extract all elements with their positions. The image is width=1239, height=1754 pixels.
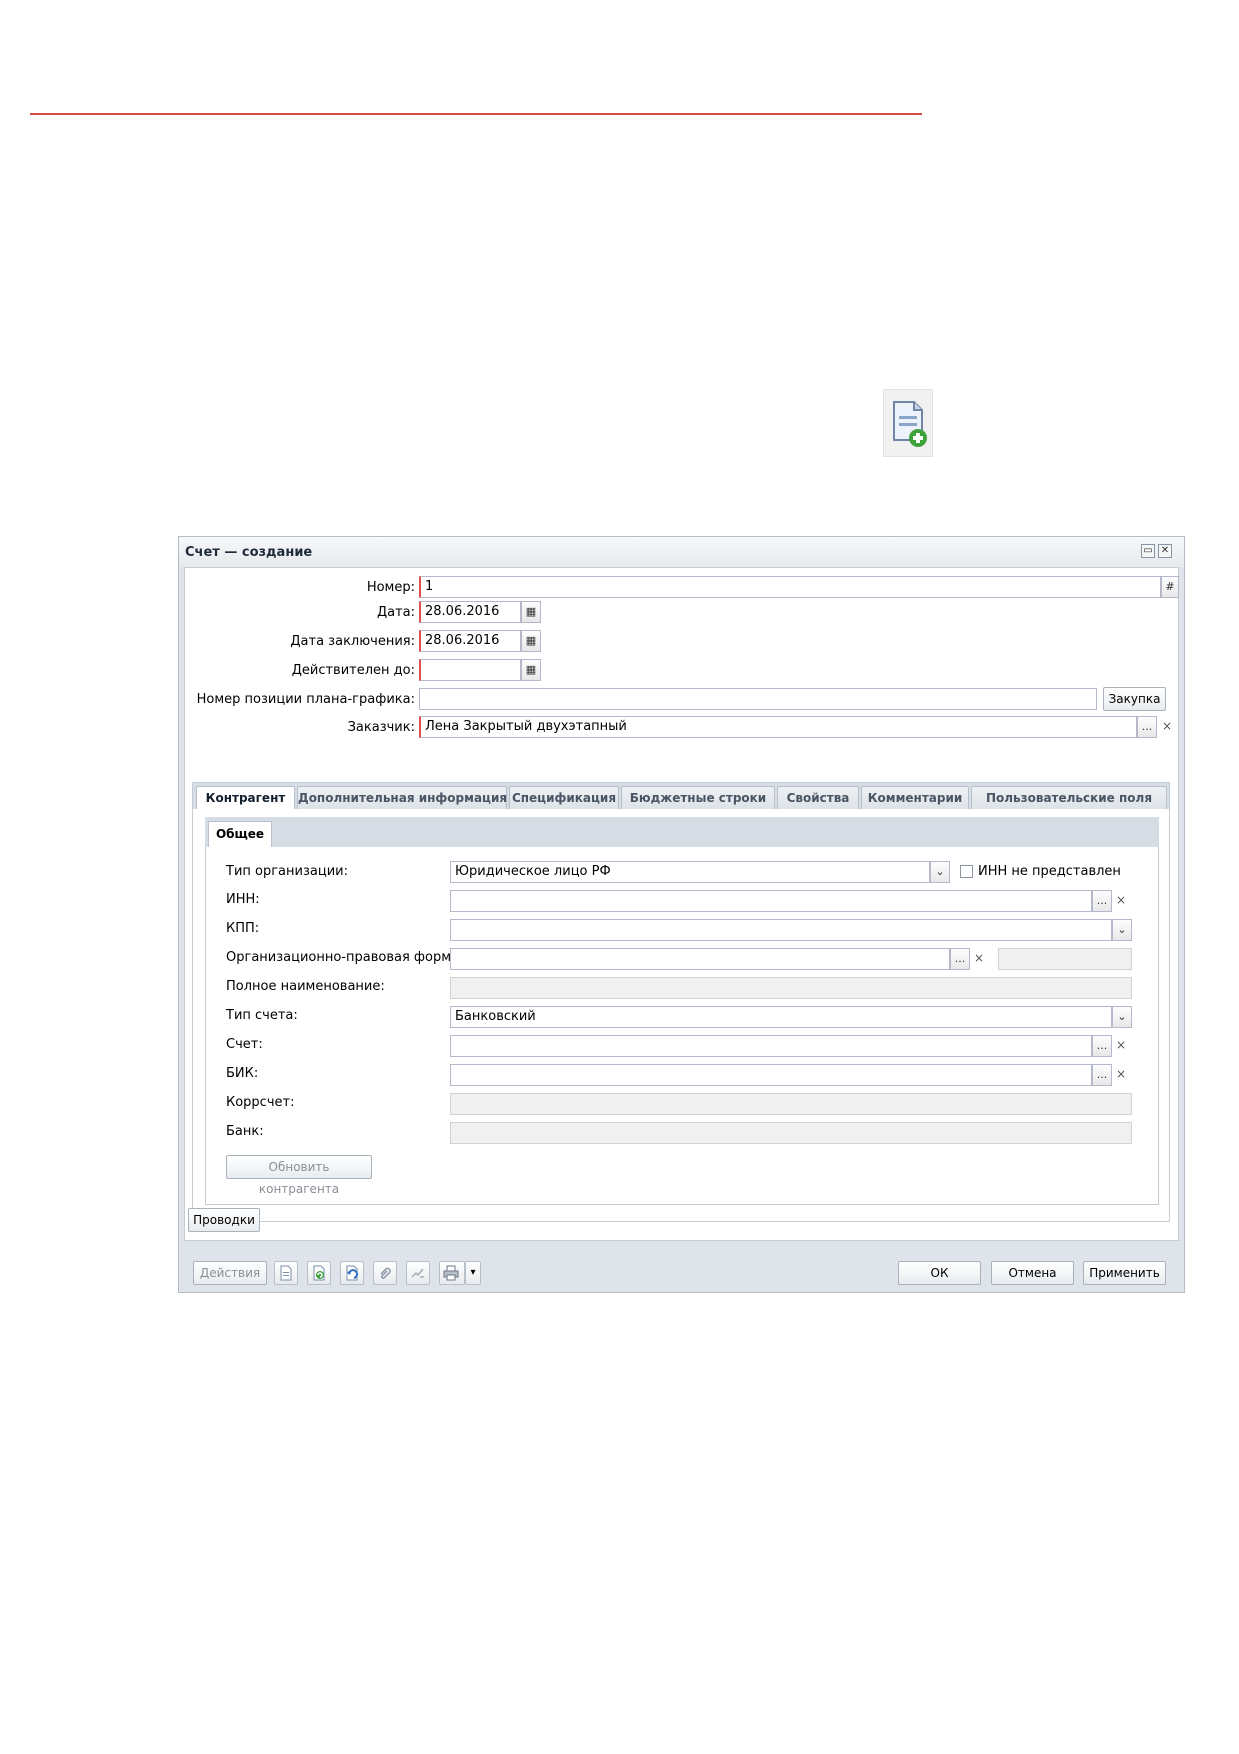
cancel-button[interactable]: Отмена bbox=[991, 1261, 1074, 1285]
inn-select-button[interactable]: ... bbox=[1092, 890, 1112, 912]
bik-input[interactable] bbox=[450, 1064, 1092, 1086]
invoice-create-window: Счет — создание ▭ ✕ Номер: 1 # Дата: 28.… bbox=[178, 536, 1185, 1293]
legal-form-label: Организационно-правовая форма: bbox=[226, 950, 464, 965]
signature-icon[interactable] bbox=[406, 1261, 430, 1285]
legal-form-clear-icon[interactable]: × bbox=[970, 948, 988, 970]
valid-until-label: Действителен до: bbox=[291, 663, 415, 678]
legal-form-select-button[interactable]: ... bbox=[950, 948, 970, 970]
bik-select-button[interactable]: ... bbox=[1092, 1064, 1112, 1086]
kpp-label: КПП: bbox=[226, 921, 260, 936]
account-type-select[interactable]: Банковский bbox=[450, 1006, 1112, 1028]
window-title: Счет — создание bbox=[185, 545, 313, 560]
account-label: Счет: bbox=[226, 1037, 263, 1052]
undo-icon[interactable] bbox=[340, 1261, 364, 1285]
org-type-label: Тип организации: bbox=[226, 864, 348, 879]
plan-position-label: Номер позиции плана-графика: bbox=[196, 692, 415, 707]
actions-button[interactable]: Действия bbox=[193, 1261, 267, 1285]
legal-form-input[interactable] bbox=[450, 948, 950, 970]
tab-specification[interactable]: Спецификация bbox=[509, 786, 619, 810]
customer-clear-icon[interactable]: × bbox=[1158, 716, 1176, 738]
document-icon[interactable] bbox=[274, 1261, 298, 1285]
procurement-button[interactable]: Закупка bbox=[1103, 687, 1166, 711]
tab-additional-info[interactable]: Дополнительная информация bbox=[297, 786, 507, 810]
tab-contractor[interactable]: Контрагент bbox=[196, 786, 295, 811]
kpp-select[interactable] bbox=[450, 919, 1112, 941]
plan-position-input[interactable] bbox=[419, 688, 1097, 710]
form-panel: Номер: 1 # Дата: 28.06.2016 ▦ Дата заклю… bbox=[184, 567, 1179, 1241]
inn-missing-checkbox[interactable] bbox=[960, 865, 973, 878]
org-type-chevron-icon[interactable]: ⌄ bbox=[930, 861, 950, 883]
corr-account-field bbox=[450, 1093, 1132, 1115]
inn-clear-icon[interactable]: × bbox=[1112, 890, 1130, 912]
window-toolbar: Действия ▾ ОК Отмена Применить bbox=[179, 1241, 1184, 1293]
customer-label: Заказчик: bbox=[347, 720, 415, 735]
date-input[interactable]: 28.06.2016 bbox=[419, 601, 521, 623]
date-label: Дата: bbox=[376, 605, 415, 620]
number-label: Номер: bbox=[366, 580, 415, 595]
account-type-label: Тип счета: bbox=[226, 1008, 298, 1023]
print-dropdown-icon[interactable]: ▾ bbox=[465, 1261, 481, 1285]
account-select-button[interactable]: ... bbox=[1092, 1035, 1112, 1057]
kpp-chevron-icon[interactable]: ⌄ bbox=[1112, 919, 1132, 941]
org-type-select[interactable]: Юридическое лицо РФ bbox=[450, 861, 930, 883]
maximize-icon[interactable]: ▭ bbox=[1141, 544, 1155, 558]
postings-button[interactable]: Проводки bbox=[188, 1208, 260, 1232]
account-type-chevron-icon[interactable]: ⌄ bbox=[1112, 1006, 1132, 1028]
conclusion-date-input[interactable]: 28.06.2016 bbox=[419, 630, 521, 652]
inn-missing-label: ИНН не представлен bbox=[978, 864, 1121, 879]
contractor-tab-body: Общее Тип организации: Юридическое лицо … bbox=[192, 809, 1170, 1222]
corr-account-label: Коррсчет: bbox=[226, 1095, 295, 1110]
tab-budget-lines[interactable]: Бюджетные строки bbox=[621, 786, 775, 810]
customer-select-button[interactable]: ... bbox=[1137, 716, 1157, 738]
main-tabs: Контрагент Дополнительная информация Спе… bbox=[192, 782, 1170, 811]
sub-tab-general[interactable]: Общее bbox=[208, 821, 272, 847]
legal-form-code-field bbox=[998, 948, 1132, 970]
print-icon[interactable] bbox=[439, 1261, 465, 1285]
account-clear-icon[interactable]: × bbox=[1112, 1035, 1130, 1057]
apply-button[interactable]: Применить bbox=[1083, 1261, 1166, 1285]
bank-label: Банк: bbox=[226, 1124, 264, 1139]
bank-field bbox=[450, 1122, 1132, 1144]
valid-until-calendar-icon[interactable]: ▦ bbox=[521, 659, 541, 681]
close-icon[interactable]: ✕ bbox=[1158, 544, 1172, 558]
number-generate-icon[interactable]: # bbox=[1161, 576, 1179, 598]
sub-tabs: Общее bbox=[205, 817, 1159, 847]
customer-input[interactable]: Лена Закрытый двухэтапный bbox=[419, 716, 1137, 738]
tab-properties[interactable]: Свойства bbox=[777, 786, 859, 810]
bik-label: БИК: bbox=[226, 1066, 259, 1081]
tab-comments[interactable]: Комментарии bbox=[861, 786, 969, 810]
attachment-icon[interactable] bbox=[373, 1261, 397, 1285]
bik-clear-icon[interactable]: × bbox=[1112, 1064, 1130, 1086]
tab-custom-fields[interactable]: Пользовательские поля bbox=[971, 786, 1167, 810]
general-section: Тип организации: Юридическое лицо РФ ⌄ И… bbox=[205, 847, 1159, 1205]
conclusion-date-calendar-icon[interactable]: ▦ bbox=[521, 630, 541, 652]
number-input[interactable]: 1 bbox=[419, 576, 1161, 598]
add-document-icon bbox=[883, 389, 933, 457]
date-calendar-icon[interactable]: ▦ bbox=[521, 601, 541, 623]
valid-until-input[interactable] bbox=[419, 659, 521, 681]
inn-label: ИНН: bbox=[226, 892, 260, 907]
ok-button[interactable]: ОК bbox=[898, 1261, 981, 1285]
full-name-field bbox=[450, 977, 1132, 999]
refresh-document-icon[interactable] bbox=[307, 1261, 331, 1285]
refresh-contractor-button[interactable]: Обновить контрагента bbox=[226, 1155, 372, 1196]
account-input[interactable] bbox=[450, 1035, 1092, 1057]
window-title-bar[interactable]: Счет — создание ▭ ✕ bbox=[179, 537, 1184, 567]
inn-input[interactable] bbox=[450, 890, 1092, 912]
full-name-label: Полное наименование: bbox=[226, 979, 385, 994]
page-divider-line bbox=[30, 113, 922, 115]
conclusion-date-label: Дата заключения: bbox=[290, 634, 415, 649]
